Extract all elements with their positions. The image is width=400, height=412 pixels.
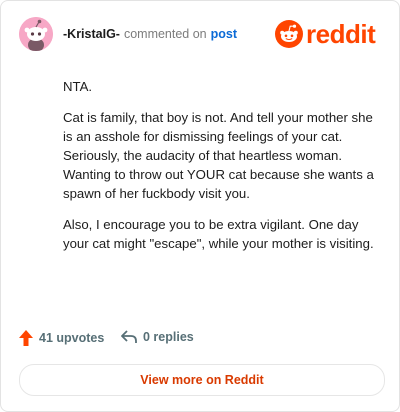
comment-paragraph: Also, I encourage you to be extra vigila…	[63, 217, 374, 251]
reddit-logo[interactable]: reddit	[275, 19, 383, 50]
replies-stat[interactable]: 0 replies	[121, 330, 194, 344]
upvotes-stat[interactable]: 41 upvotes	[19, 330, 104, 346]
reddit-snoo-icon	[275, 20, 303, 48]
replies-count: 0 replies	[143, 330, 194, 344]
commented-on-text: commented on	[123, 27, 207, 41]
comment-byline: -KristaIG-commented on post	[63, 27, 237, 41]
reply-arrow-icon	[121, 330, 137, 343]
snoo-avatar-icon	[19, 17, 53, 51]
view-more-on-reddit-button[interactable]: View more on Reddit	[19, 364, 385, 396]
comment-paragraph: NTA.	[63, 79, 93, 94]
post-link[interactable]: post	[211, 27, 237, 41]
username-link[interactable]: -KristaIG-	[63, 27, 120, 41]
comment-header: -KristaIG-commented on post reddit	[19, 17, 383, 53]
comment-paragraph: Cat is family, that boy is not. And tell…	[63, 110, 374, 201]
user-avatar[interactable]	[19, 17, 53, 51]
comment-body: NTA. Cat is family, that boy is not. And…	[63, 77, 381, 265]
upvotes-count: 41 upvotes	[39, 331, 105, 345]
upvote-arrow-icon	[19, 330, 33, 346]
comment-embed-card: -KristaIG-commented on post reddit NTA. C…	[0, 0, 400, 412]
reddit-wordmark: reddit	[306, 19, 376, 49]
